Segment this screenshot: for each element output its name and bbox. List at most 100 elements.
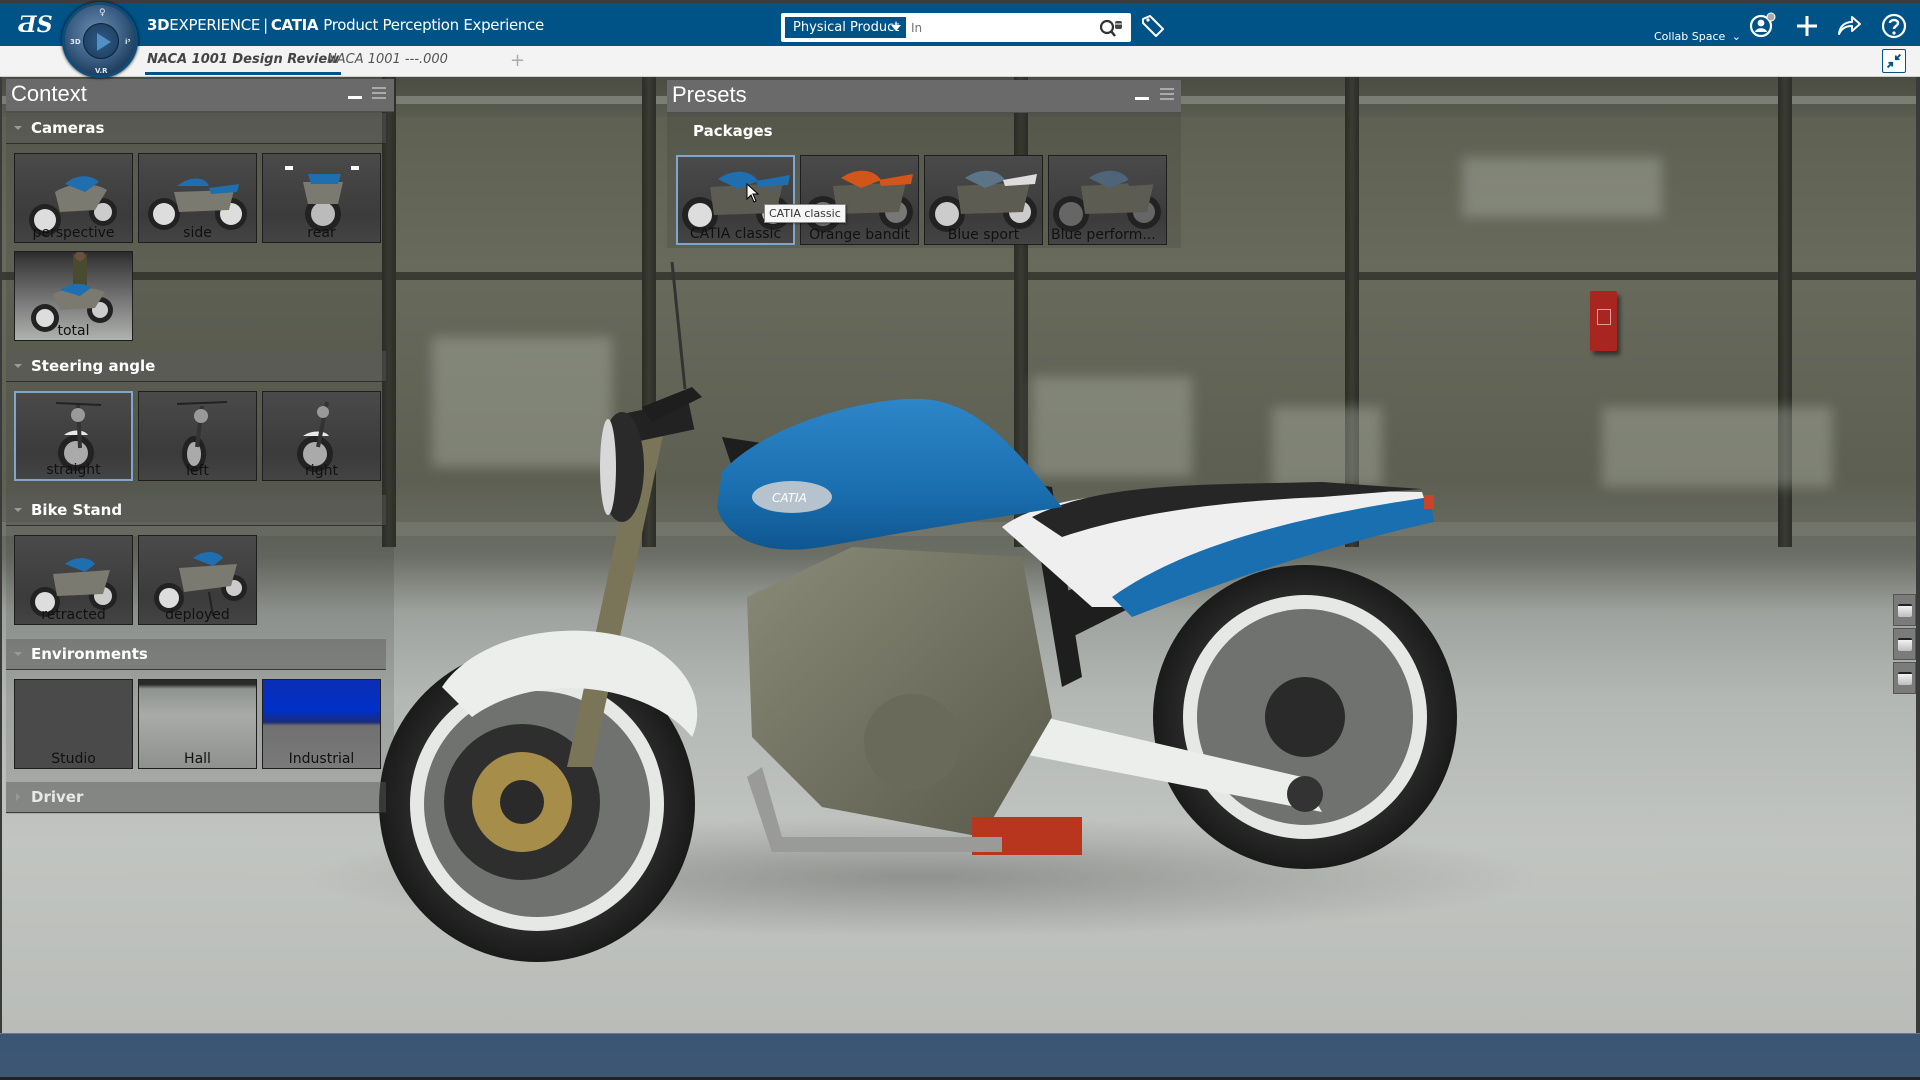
view-toolbar [1893,594,1916,696]
collab-space-dropdown[interactable]: Collab Space ⌄ [1654,30,1741,43]
search-bar: Physical Product [781,13,1131,42]
section-driver[interactable]: Driver [6,782,386,813]
bottom-bar [0,1033,1920,1077]
bike-stand-retracted[interactable]: retracted [14,535,133,625]
environment-studio[interactable]: Studio [14,679,133,769]
tab-bar: NACA 1001 Design Review NACA 1001 ---.00… [0,46,1920,77]
camera-side[interactable]: side [138,153,257,243]
preset-orange-bandit[interactable]: Orange bandit [800,155,919,245]
compass-widget[interactable]: 3D V.R i³ ♀ [62,2,138,78]
headlight-lens [600,419,616,515]
thumb-label: left [186,463,209,479]
preset-blue-performance[interactable]: Blue perform... [1048,155,1167,245]
add-tab-icon[interactable]: + [510,50,525,71]
help-icon[interactable] [1879,11,1909,41]
presets-panel: Presets Packages CATIA classic Orange ba… [667,80,1181,248]
presets-panel-header[interactable]: Presets [667,80,1181,113]
view-tool-button[interactable] [1893,628,1916,660]
thumb-label: total [57,323,90,339]
tag-icon[interactable] [1140,14,1166,40]
search-scope-dropdown[interactable]: Physical Product [785,17,906,38]
thumb-label: Blue perform... [1051,227,1156,243]
brand-suffix: EXPERIENCE [169,16,261,34]
environment-industrial[interactable]: Industrial [262,679,381,769]
view-tool-button[interactable] [1893,594,1916,626]
thumb-label: straight [46,462,101,478]
compass-i3-label[interactable]: i³ [125,38,130,46]
packages-label: Packages [693,122,773,140]
compass-vr-label[interactable]: V.R [95,67,108,75]
caret-down-icon [891,25,901,31]
minimize-icon[interactable] [348,96,362,99]
tab-design-review[interactable]: NACA 1001 Design Review [145,52,342,75]
thumb-label: right [305,463,338,479]
user-icon[interactable] [1748,11,1778,41]
section-cameras-label: Cameras [31,119,105,137]
menu-icon[interactable] [372,87,386,99]
expand-arrow-icon [14,364,22,368]
expand-arrow-icon [14,652,22,656]
app-window: CATIA Context Cameras perspective side r… [0,0,1920,1080]
steering-left[interactable]: left [138,391,257,481]
collapse-arrow-icon [16,793,20,801]
tab-naca-1001[interactable]: NACA 1001 ---.000 [327,52,448,67]
camera-perspective[interactable]: perspective [14,153,133,243]
collapse-view-icon[interactable] [1882,49,1906,73]
context-panel-header[interactable]: Context [6,79,394,112]
dassault-logo-icon[interactable]: ƋS [18,9,54,41]
section-steering-angle[interactable]: Steering angle [6,351,386,382]
compass-3d-label[interactable]: 3D [70,38,81,46]
menu-icon[interactable] [1160,88,1174,100]
search-input[interactable] [911,17,1091,38]
search-scope-label: Physical Product [793,20,900,35]
compass-center[interactable] [83,23,119,59]
play-icon [97,33,111,51]
bike-stand-deployed[interactable]: deployed [138,535,257,625]
thumb-label: deployed [165,607,230,623]
preset-catia-classic[interactable]: CATIA classic [676,155,795,245]
mirror-stem [670,261,687,390]
thumb-label: Blue sport [947,227,1020,243]
thumb-label: CATIA classic [689,226,782,242]
expand-arrow-icon [14,508,22,512]
section-environments-label: Environments [31,645,148,663]
share-icon[interactable] [1834,11,1864,41]
tail-light [1424,495,1434,509]
camera-rear[interactable]: rear [262,153,381,243]
tank-badge-text: CATIA [772,491,807,505]
top-bar: ƋS 3DEXPERIENCE | CATIA Product Perception … [0,0,1920,46]
compass-person-icon[interactable]: ♀ [99,8,106,18]
chevron-down-icon: ⌄ [1731,30,1741,43]
section-environments[interactable]: Environments [6,639,386,670]
thumb-label: perspective [32,225,115,241]
expand-arrow-icon [14,126,22,130]
presets-panel-title: Presets [672,82,747,107]
thumb-label: retracted [41,607,106,623]
minimize-icon[interactable] [1135,97,1149,100]
thumb-label: Hall [184,751,211,767]
app-role: Product Perception Experience [323,16,544,34]
preset-blue-sport[interactable]: Blue sport [924,155,1043,245]
view-tool-button[interactable] [1893,662,1916,694]
collab-space-label: Collab Space [1654,30,1726,43]
context-panel: Context Cameras perspective side rear to… [6,79,394,814]
app-name: CATIA [270,16,319,34]
thumb-label: rear [307,225,336,241]
search-icon[interactable] [1099,18,1123,38]
camera-total[interactable]: total [14,251,133,341]
section-driver-label: Driver [31,788,84,806]
brand-prefix: 3D [147,16,170,34]
engine [747,547,1052,837]
brand-separator: | [263,16,268,34]
section-cameras[interactable]: Cameras [6,113,386,144]
tab-label: NACA 1001 Design Review [147,52,340,67]
tooltip: CATIA classic [764,204,846,223]
environment-hall[interactable]: Hall [138,679,257,769]
add-icon[interactable] [1792,11,1822,41]
steering-straight[interactable]: straight [14,391,133,481]
thumb-label: Orange bandit [809,227,910,243]
section-bike-stand[interactable]: Bike Stand [6,495,386,526]
engine-cover [864,694,960,790]
steering-right[interactable]: right [262,391,381,481]
rear-wheel [1153,565,1457,869]
